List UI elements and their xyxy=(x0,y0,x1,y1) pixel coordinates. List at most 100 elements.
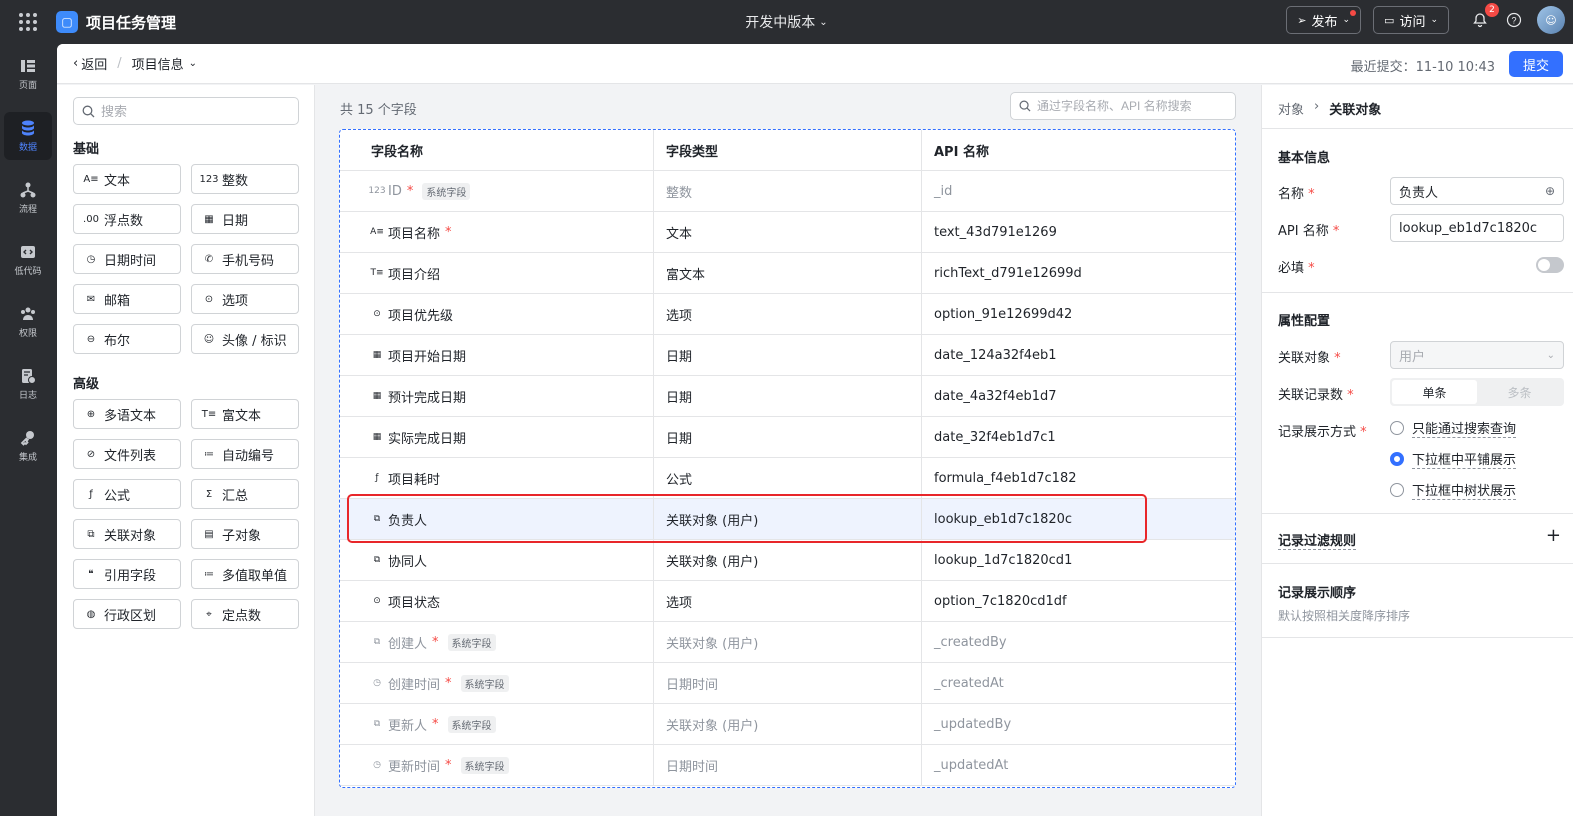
field-type-icon: A≡ xyxy=(370,227,384,237)
segment-single[interactable]: 单条 xyxy=(1392,380,1477,404)
palette-search[interactable] xyxy=(73,97,299,125)
field-type-chip[interactable]: ▦ 日期 xyxy=(191,204,299,234)
required-mark: * xyxy=(445,757,452,773)
pages-icon xyxy=(21,60,35,72)
nav-label: 权限 xyxy=(18,329,37,339)
field-name: 创建人 xyxy=(388,636,428,652)
back-button[interactable]: ‹ 返回 xyxy=(73,54,107,73)
field-type-chip[interactable]: ✉ 邮箱 xyxy=(73,284,181,314)
radio-circle-selected[interactable] xyxy=(1390,452,1404,466)
object-selector[interactable]: 项目信息 ⌄ xyxy=(132,54,197,73)
submit-button[interactable]: 提交 xyxy=(1509,51,1563,77)
field-type-cell: 关联对象 (用户) xyxy=(654,622,922,662)
table-row[interactable]: ⧉ 更新人 * 系统字段 关联对象 (用户) _updatedBy xyxy=(340,704,1235,745)
field-type-chip[interactable]: ⊙ 选项 xyxy=(191,284,299,314)
table-row[interactable]: ⊙ 项目状态 选项 option_7c1820cd1df xyxy=(340,581,1235,622)
palette-search-input[interactable] xyxy=(101,103,291,119)
field-type-cell: 公式 xyxy=(654,458,922,498)
globe-icon[interactable]: ⊕ xyxy=(1545,184,1555,198)
field-type-icon: ⊖ xyxy=(86,333,96,345)
field-type-chip[interactable]: ⧉ 关联对象 xyxy=(73,519,181,549)
table-row[interactable]: ⊙ 项目优先级 选项 option_91e12699d42 xyxy=(340,294,1235,335)
field-type-chip[interactable]: ❝ 引用字段 xyxy=(73,559,181,589)
nav-item-data[interactable]: 数据 xyxy=(4,112,52,160)
user-avatar[interactable]: ☺ xyxy=(1537,6,1565,34)
api-name-cell: _id xyxy=(934,183,953,199)
field-type-label: 文件列表 xyxy=(104,448,157,464)
table-search[interactable] xyxy=(1010,92,1236,120)
field-type-chip[interactable]: ⊕ 多语文本 xyxy=(73,399,181,429)
table-row[interactable]: 123 ID * 系统字段 整数 _id xyxy=(340,171,1235,212)
display-mode-label: 记录展示方式 * xyxy=(1278,425,1367,440)
bell-icon[interactable]: 2 xyxy=(1469,3,1499,31)
required-toggle[interactable] xyxy=(1536,257,1564,273)
table-row[interactable]: ƒ 项目耗时 公式 formula_f4eb1d7c182 xyxy=(340,458,1235,499)
nav-label: 数据 xyxy=(18,143,37,153)
app-grid-icon[interactable] xyxy=(0,0,56,44)
field-name: 项目开始日期 xyxy=(388,349,467,365)
visit-button[interactable]: ▭ 访问 ⌄ xyxy=(1373,6,1449,34)
field-type-chip[interactable]: .00 浮点数 xyxy=(73,204,181,234)
field-type-chip[interactable]: ⊘ 文件列表 xyxy=(73,439,181,469)
advanced-field-types: ⊕ 多语文本 T≡ 富文本 ⊘ 文件列表 ≔ 自动编号 ƒ 公式 Σ 汇总 ⧉ 关联对象 ▤ 子对象 ❝ 引用字段… xyxy=(73,399,299,629)
radio-dropdown-tree[interactable]: 下拉框中树状展示 xyxy=(1390,480,1517,500)
radio-circle[interactable] xyxy=(1390,421,1404,435)
field-type-chip[interactable]: ⌖ 定点数 xyxy=(191,599,299,629)
table-row[interactable]: ◷ 更新时间 * 系统字段 日期时间 _updatedAt xyxy=(340,745,1235,786)
left-nav: 页面 数据 流程 低代码 权限 日志 集成 xyxy=(0,44,56,816)
divider xyxy=(1262,563,1573,564)
field-type-cell: 日期 xyxy=(654,335,922,375)
add-filter-icon[interactable]: + xyxy=(1546,525,1561,546)
field-type-chip[interactable]: ≔ 多值取单值 xyxy=(191,559,299,589)
table-row[interactable]: ◷ 创建时间 * 系统字段 日期时间 _createdAt xyxy=(340,663,1235,704)
table-search-input[interactable] xyxy=(1037,99,1232,113)
version-selector[interactable]: 开发中版本 ⌄ xyxy=(745,12,827,32)
field-type-chip[interactable]: Σ 汇总 xyxy=(191,479,299,509)
field-type-chip[interactable]: ≔ 自动编号 xyxy=(191,439,299,469)
name-input[interactable]: 负责人 ⊕ xyxy=(1390,177,1564,205)
field-type-chip[interactable]: ▤ 子对象 xyxy=(191,519,299,549)
field-type-chip[interactable]: ☺ 头像 / 标识 xyxy=(191,324,299,354)
field-name: 更新人 xyxy=(388,718,428,734)
app-logo-icon: ▢ xyxy=(56,11,78,33)
nav-item-permissions[interactable]: 权限 xyxy=(4,298,52,346)
table-row[interactable]: ▦ 项目开始日期 日期 date_124a32f4eb1 xyxy=(340,335,1235,376)
field-name: 协同人 xyxy=(388,554,428,570)
field-type-chip[interactable]: ◷ 日期时间 xyxy=(73,244,181,274)
radio-dropdown-flat[interactable]: 下拉框中平铺展示 xyxy=(1390,449,1517,469)
nav-item-workflow[interactable]: 流程 xyxy=(4,174,52,222)
publish-button[interactable]: ➢ 发布 ⌄ xyxy=(1286,6,1362,34)
field-name-cell: ⧉ 更新人 * 系统字段 xyxy=(340,704,654,744)
nav-item-lowcode[interactable]: 低代码 xyxy=(4,236,52,284)
app-name: 项目任务管理 xyxy=(86,13,177,32)
table-row[interactable]: ▦ 预计完成日期 日期 date_4a32f4eb1d7 xyxy=(340,376,1235,417)
nav-item-integration[interactable]: 集成 xyxy=(4,422,52,470)
crumb-root[interactable]: 对象 xyxy=(1278,99,1304,118)
table-row[interactable]: T≡ 项目介绍 富文本 richText_d791e12699d xyxy=(340,253,1235,294)
field-type-chip[interactable]: ✆ 手机号码 xyxy=(191,244,299,274)
field-type-chip[interactable]: ⊖ 布尔 xyxy=(73,324,181,354)
table-row[interactable]: ⧉ 协同人 关联对象 (用户) lookup_1d7c1820cd1 xyxy=(340,540,1235,581)
field-type-cell: 日期时间 xyxy=(654,663,922,703)
segment-multi[interactable]: 多条 xyxy=(1477,380,1562,404)
table-row[interactable]: ⧉ 创建人 * 系统字段 关联对象 (用户) _createdBy xyxy=(340,622,1235,663)
table-row[interactable]: ⧉ 负责人 关联对象 (用户) lookup_eb1d7c1820c xyxy=(340,499,1235,540)
table-row[interactable]: ▦ 实际完成日期 日期 date_32f4eb1d7c1 xyxy=(340,417,1235,458)
field-type-chip[interactable]: A≡ 文本 xyxy=(73,164,181,194)
radio-circle[interactable] xyxy=(1390,483,1404,497)
field-type-chip[interactable]: T≡ 富文本 xyxy=(191,399,299,429)
field-type-chip[interactable]: 123 整数 xyxy=(191,164,299,194)
nav-item-logs[interactable]: 日志 xyxy=(4,360,52,408)
radio-search-only[interactable]: 只能通过搜索查询 xyxy=(1390,418,1517,438)
field-type-chip[interactable]: ƒ 公式 xyxy=(73,479,181,509)
table-row[interactable]: A≡ 项目名称 * 文本 text_43d791e1269 xyxy=(340,212,1235,253)
nav-item-pages[interactable]: 页面 xyxy=(4,50,52,98)
svg-text:?: ? xyxy=(1511,16,1516,26)
api-name-input[interactable]: lookup_eb1d7c1820c xyxy=(1390,214,1564,242)
help-icon[interactable]: ? xyxy=(1503,9,1525,31)
field-type-icon: ⊙ xyxy=(204,293,214,305)
field-type-chip[interactable]: ◍ 行政区划 xyxy=(73,599,181,629)
required-mark: * xyxy=(432,716,439,732)
lookup-object-select[interactable]: 用户 ⌄ xyxy=(1390,341,1564,369)
field-name: 预计完成日期 xyxy=(388,390,467,406)
